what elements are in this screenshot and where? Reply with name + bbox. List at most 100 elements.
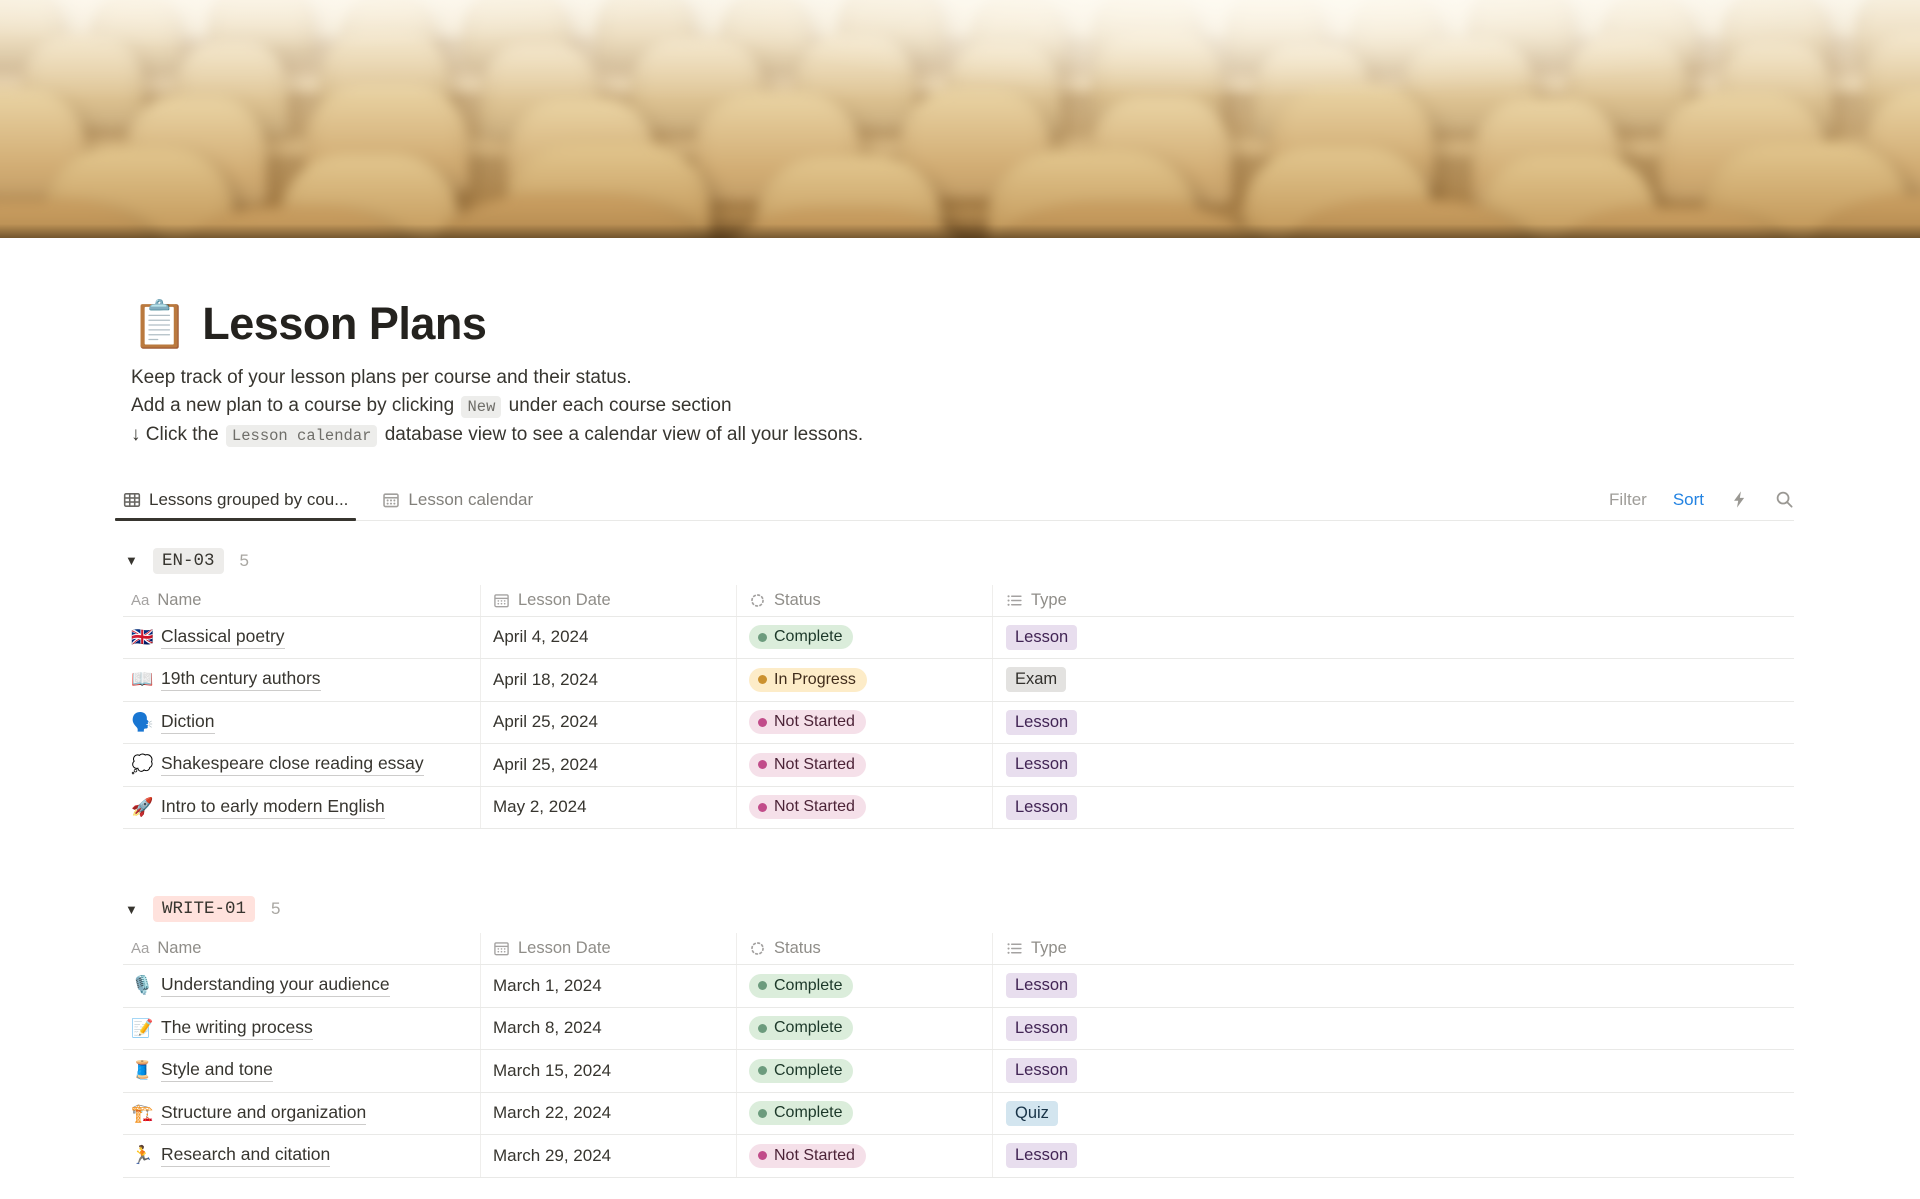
page-icon[interactable]: 📋: [131, 301, 188, 347]
type-cell[interactable]: Exam: [993, 659, 1794, 701]
status-dot-icon: [758, 1066, 767, 1076]
sort-button[interactable]: Sort: [1673, 490, 1704, 510]
type-cell[interactable]: Lesson: [993, 965, 1794, 1007]
status-pill[interactable]: Complete: [749, 1016, 854, 1041]
status-cell[interactable]: Complete: [737, 1050, 993, 1092]
lesson-date-cell[interactable]: April 18, 2024: [481, 659, 737, 701]
status-cell[interactable]: Not Started: [737, 1135, 993, 1177]
filter-button[interactable]: Filter: [1609, 490, 1647, 510]
type-pill[interactable]: Lesson: [1006, 794, 1078, 820]
type-pill[interactable]: Quiz: [1006, 1100, 1058, 1126]
table-row[interactable]: 📝 The writing process March 8, 2024 Comp…: [123, 1007, 1794, 1050]
status-cell[interactable]: Not Started: [737, 701, 993, 743]
lesson-name-link[interactable]: Diction: [161, 711, 215, 734]
column-header-name[interactable]: Aa Name: [123, 933, 481, 964]
table-row[interactable]: 🎙️ Understanding your audience March 1, …: [123, 965, 1794, 1008]
type-cell[interactable]: Lesson: [993, 1008, 1794, 1050]
lesson-date-cell[interactable]: March 15, 2024: [481, 1050, 737, 1092]
view-tabs: Lessons grouped by cou... Lesson calenda…: [114, 490, 533, 521]
status-label: Not Started: [774, 755, 855, 773]
type-pill[interactable]: Lesson: [1006, 973, 1078, 999]
column-header-status[interactable]: Status: [737, 584, 993, 616]
lesson-name-link[interactable]: 19th century authors: [161, 668, 321, 692]
tab-lesson-calendar[interactable]: Lesson calendar: [382, 490, 533, 520]
type-pill[interactable]: Exam: [1006, 667, 1067, 693]
type-pill[interactable]: Lesson: [1006, 624, 1078, 650]
lesson-date-cell[interactable]: March 22, 2024: [481, 1092, 737, 1134]
lesson-date-cell[interactable]: March 1, 2024: [481, 965, 737, 1007]
lesson-name-link[interactable]: Style and tone: [161, 1059, 273, 1083]
status-cell[interactable]: Complete: [737, 1007, 993, 1049]
type-cell[interactable]: Lesson: [993, 617, 1794, 659]
group-toggle-icon[interactable]: ▼: [123, 902, 153, 917]
type-cell[interactable]: Lesson: [993, 1135, 1794, 1177]
column-header-lesson-date[interactable]: Lesson Date: [481, 933, 737, 964]
lesson-name-link[interactable]: Intro to early modern English: [161, 796, 385, 819]
lesson-date-cell[interactable]: March 8, 2024: [481, 1007, 737, 1049]
lesson-name-link[interactable]: Shakespeare close reading essay: [161, 753, 424, 777]
group-count: 5: [271, 899, 281, 918]
table-row[interactable]: 🗣️ Diction April 25, 2024 Not Started Le…: [123, 701, 1794, 744]
table-row[interactable]: 🇬🇧 Classical poetry April 4, 2024 Comple…: [123, 616, 1794, 659]
table-row[interactable]: 🏃 Research and citation March 29, 2024 N…: [123, 1135, 1794, 1178]
table-row[interactable]: 🧵 Style and tone March 15, 2024 Complete…: [123, 1050, 1794, 1093]
lesson-date-cell[interactable]: April 25, 2024: [481, 701, 737, 743]
table-row[interactable]: 🚀 Intro to early modern English May 2, 2…: [123, 786, 1794, 829]
status-pill[interactable]: Complete: [749, 1101, 854, 1126]
type-cell[interactable]: Lesson: [993, 787, 1794, 829]
status-pill[interactable]: In Progress: [749, 667, 867, 692]
type-cell[interactable]: Lesson: [993, 702, 1794, 744]
column-header-name[interactable]: Aa Name: [123, 584, 481, 616]
course-badge[interactable]: WRITE-01: [153, 896, 256, 922]
status-pill[interactable]: Not Started: [749, 795, 866, 820]
lesson-date-cell[interactable]: March 29, 2024: [481, 1135, 737, 1177]
lesson-emoji-icon: 🏗️: [131, 1102, 154, 1123]
status-cell[interactable]: Complete: [737, 616, 993, 658]
lightning-icon[interactable]: [1730, 490, 1749, 509]
table-row[interactable]: 🏗️ Structure and organization March 22, …: [123, 1092, 1794, 1135]
type-pill[interactable]: Lesson: [1006, 1015, 1078, 1041]
table-header-row: Aa Name Lesson Date Status Type: [123, 584, 1794, 617]
lesson-date-cell[interactable]: April 4, 2024: [481, 616, 737, 658]
tab-lessons-grouped-by-course[interactable]: Lessons grouped by cou...: [114, 490, 357, 521]
status-cell[interactable]: In Progress: [737, 659, 993, 701]
aa-icon: Aa: [131, 940, 150, 957]
lesson-date-cell[interactable]: April 25, 2024: [481, 744, 737, 786]
type-cell[interactable]: Quiz: [993, 1093, 1794, 1135]
lesson-name-link[interactable]: The writing process: [161, 1017, 313, 1040]
column-header-status[interactable]: Status: [737, 933, 993, 964]
type-cell[interactable]: Lesson: [993, 744, 1794, 786]
course-badge[interactable]: EN-03: [153, 547, 224, 574]
status-cell[interactable]: Not Started: [737, 786, 993, 828]
search-icon[interactable]: [1775, 490, 1794, 509]
lesson-emoji-icon: 🎙️: [131, 975, 154, 996]
status-pill[interactable]: Complete: [749, 973, 854, 998]
status-pill[interactable]: Not Started: [749, 1143, 866, 1168]
status-cell[interactable]: Complete: [737, 965, 993, 1007]
status-cell[interactable]: Not Started: [737, 744, 993, 786]
table-row[interactable]: 💭 Shakespeare close reading essay April …: [123, 744, 1794, 787]
column-header-lesson-date[interactable]: Lesson Date: [481, 584, 737, 616]
lesson-name-link[interactable]: Research and citation: [161, 1144, 331, 1168]
table-row[interactable]: 📖 19th century authors April 18, 2024 In…: [123, 659, 1794, 702]
column-header-type[interactable]: Type: [993, 933, 1794, 964]
lecture-hall-seats: [0, 0, 1920, 238]
column-header-type[interactable]: Type: [993, 585, 1794, 616]
type-pill[interactable]: Lesson: [1006, 709, 1078, 735]
lesson-name-link[interactable]: Classical poetry: [161, 626, 285, 649]
lesson-emoji-icon: 🚀: [131, 796, 154, 817]
lesson-date-cell[interactable]: May 2, 2024: [481, 786, 737, 828]
status-pill[interactable]: Complete: [749, 625, 854, 650]
status-pill[interactable]: Complete: [749, 1058, 854, 1083]
type-pill[interactable]: Lesson: [1006, 1143, 1078, 1169]
group-toggle-icon[interactable]: ▼: [123, 553, 153, 568]
status-pill[interactable]: Not Started: [749, 752, 866, 777]
lesson-name-link[interactable]: Understanding your audience: [161, 974, 390, 998]
type-pill[interactable]: Lesson: [1006, 1058, 1078, 1084]
type-cell[interactable]: Lesson: [993, 1050, 1794, 1092]
lesson-name-link[interactable]: Structure and organization: [161, 1102, 367, 1125]
type-pill[interactable]: Lesson: [1006, 752, 1078, 778]
list-icon: [1006, 940, 1023, 957]
status-cell[interactable]: Complete: [737, 1092, 993, 1134]
status-pill[interactable]: Not Started: [749, 710, 866, 735]
